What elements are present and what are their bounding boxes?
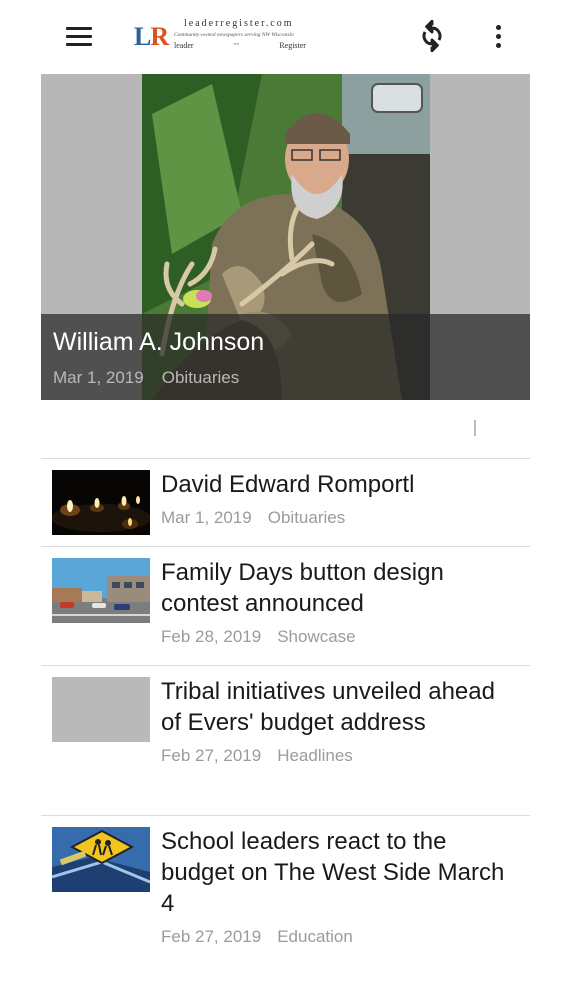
- article-meta: Feb 27, 2019 Education: [161, 927, 521, 947]
- article-category[interactable]: Showcase: [277, 627, 355, 646]
- menu-icon[interactable]: [60, 20, 98, 52]
- list-item[interactable]: David Edward Romportl Mar 1, 2019 Obituar…: [41, 458, 530, 546]
- article-date: Feb 28, 2019: [161, 627, 262, 646]
- article-date: Feb 27, 2019: [161, 927, 262, 946]
- article-title[interactable]: Family Days button design contest announ…: [161, 557, 521, 619]
- logo-papers: leader ▪▪▪▪ Register: [174, 41, 306, 50]
- featured-title[interactable]: William A. Johnson: [53, 328, 264, 357]
- scroll-indicator: [474, 420, 476, 436]
- featured-meta: Mar 1, 2019 Obituaries: [53, 368, 239, 388]
- article-meta: Feb 28, 2019 Showcase: [161, 627, 521, 647]
- refresh-icon[interactable]: [416, 19, 448, 53]
- logo-paper-leader: leader: [174, 41, 194, 50]
- placeholder-thumbnail: [52, 677, 150, 742]
- logo-paper-register: Register: [279, 41, 306, 50]
- article-date: Mar 1, 2019: [161, 508, 252, 527]
- logo-small-mark: ▪▪▪▪: [233, 41, 240, 46]
- street-scene-thumbnail: [52, 558, 150, 623]
- list-item-text: David Edward Romportl Mar 1, 2019 Obituar…: [161, 469, 521, 528]
- app-bar: LR leaderregister.com Community-owned ne…: [0, 0, 563, 72]
- school-crossing-sign-thumbnail: [52, 827, 150, 892]
- candles-thumbnail: [52, 470, 150, 535]
- article-meta: Feb 27, 2019 Headlines: [161, 746, 521, 766]
- logo-site-name: leaderregister.com: [184, 18, 294, 29]
- site-logo[interactable]: LR leaderregister.com Community-owned ne…: [132, 16, 308, 56]
- more-vertical-icon[interactable]: [484, 20, 512, 52]
- article-category[interactable]: Obituaries: [268, 508, 345, 527]
- article-category[interactable]: Education: [277, 927, 353, 946]
- article-date: Feb 27, 2019: [161, 746, 262, 765]
- featured-caption: William A. Johnson Mar 1, 2019 Obituaries: [41, 314, 530, 400]
- featured-category[interactable]: Obituaries: [162, 368, 239, 387]
- article-list: David Edward Romportl Mar 1, 2019 Obituar…: [41, 458, 530, 965]
- article-title[interactable]: School leaders react to the budget on Th…: [161, 826, 521, 919]
- article-meta: Mar 1, 2019 Obituaries: [161, 508, 521, 528]
- list-item[interactable]: Family Days button design contest announ…: [41, 546, 530, 665]
- list-item[interactable]: Tribal initiatives unveiled ahead of Eve…: [41, 665, 530, 815]
- list-item[interactable]: School leaders react to the budget on Th…: [41, 815, 530, 965]
- list-item-text: School leaders react to the budget on Th…: [161, 826, 521, 947]
- featured-date: Mar 1, 2019: [53, 368, 144, 387]
- article-title[interactable]: Tribal initiatives unveiled ahead of Eve…: [161, 676, 521, 738]
- list-item-text: Family Days button design contest announ…: [161, 557, 521, 647]
- article-title[interactable]: David Edward Romportl: [161, 469, 521, 500]
- featured-story[interactable]: William A. Johnson Mar 1, 2019 Obituaries: [41, 74, 530, 400]
- logo-tagline: Community-owned newspapers serving NW Wi…: [174, 32, 294, 38]
- logo-mark: LR: [134, 22, 169, 51]
- list-item-text: Tribal initiatives unveiled ahead of Eve…: [161, 676, 521, 766]
- article-category[interactable]: Headlines: [277, 746, 353, 765]
